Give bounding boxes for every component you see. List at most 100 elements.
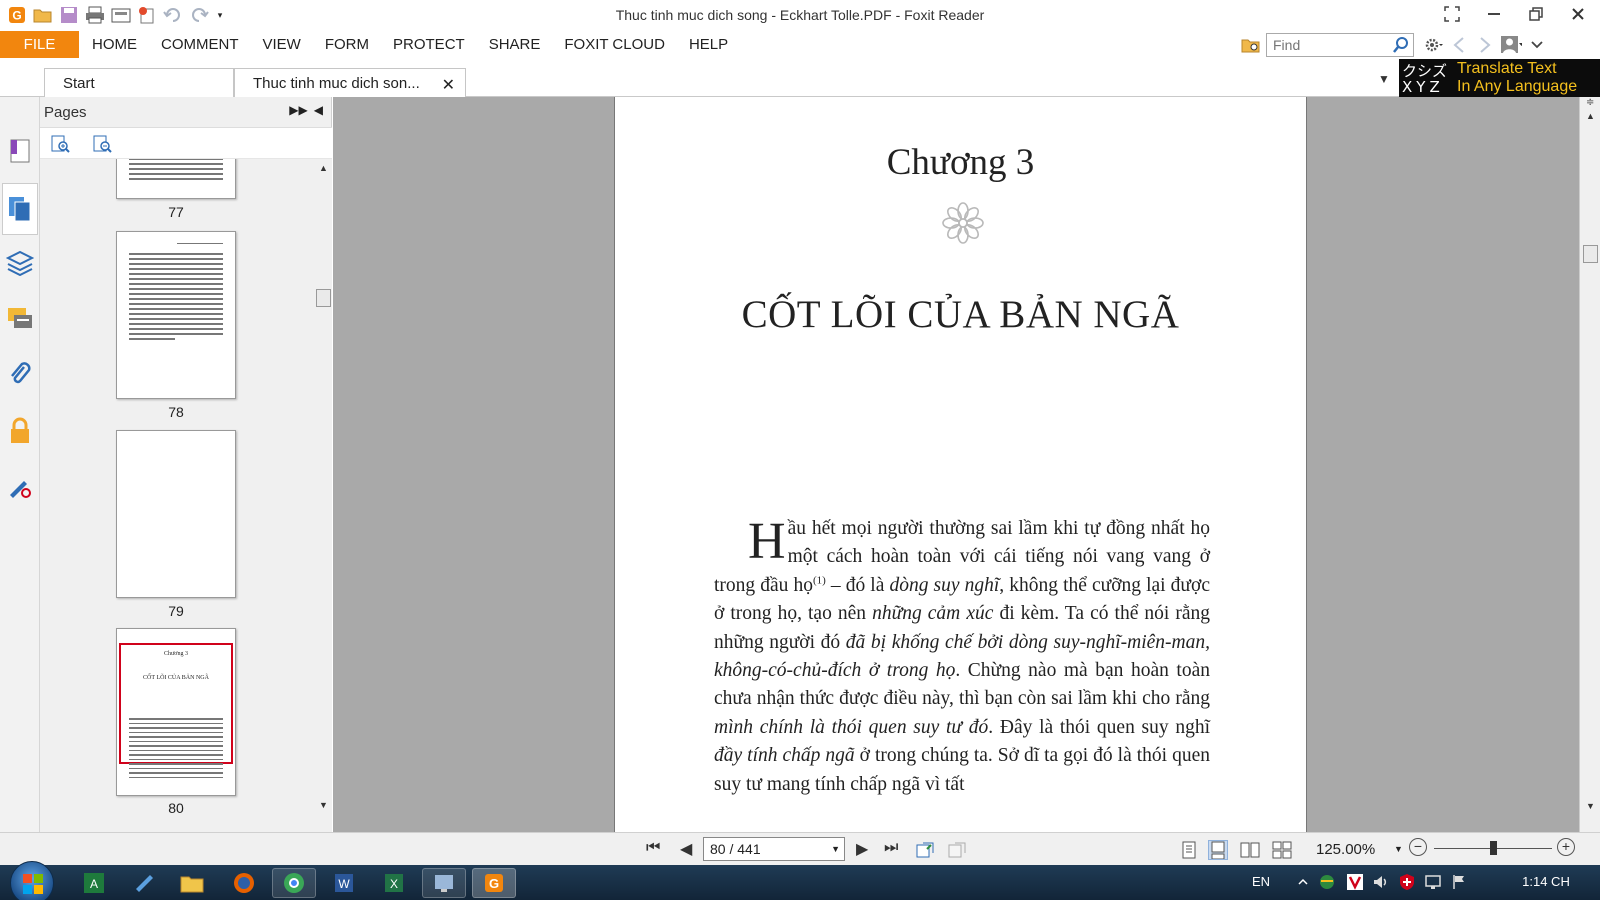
taskbar-system-icon[interactable] (422, 868, 466, 898)
continuous-view-icon[interactable] (1208, 840, 1228, 860)
display-icon[interactable] (1424, 873, 1442, 891)
print-icon[interactable] (84, 4, 106, 26)
taskbar-foxit-icon[interactable]: G (472, 868, 516, 898)
bookmark-icon[interactable] (6, 137, 34, 165)
find-next-icon[interactable] (1474, 34, 1496, 56)
close-window-icon[interactable] (1564, 2, 1592, 26)
page-thumbnail-80[interactable]: Chương 3 CỐT LÕI CỦA BẢN NGÃ (116, 628, 236, 796)
next-page-icon[interactable]: ▶ (856, 839, 868, 859)
fullscreen-icon[interactable] (1438, 2, 1466, 26)
page-dropdown-icon[interactable]: ▼ (831, 844, 840, 854)
scroll-down-icon[interactable]: ▼ (319, 800, 328, 810)
volume-icon[interactable] (1372, 873, 1390, 891)
previous-view-icon[interactable] (915, 840, 935, 860)
zoom-in-icon[interactable]: + (1557, 838, 1575, 856)
tab-file[interactable]: FILE (0, 31, 79, 58)
tab-view[interactable]: VIEW (251, 36, 313, 53)
open-file-icon[interactable] (32, 4, 54, 26)
next-view-icon[interactable] (947, 840, 967, 860)
tab-document[interactable]: Thuc tinh muc dich son... ✕ (234, 68, 466, 98)
page-number-input[interactable]: 80 / 441 ▼ (703, 837, 845, 861)
minimize-icon[interactable] (1480, 2, 1508, 26)
previous-page-icon[interactable]: ◀ (680, 839, 692, 859)
tab-start[interactable]: Start (44, 68, 234, 98)
scroll-up-icon[interactable]: ▲ (1586, 111, 1595, 121)
customize-toolbar-icon[interactable]: ▾ (214, 4, 226, 26)
show-hidden-icons-icon[interactable] (1294, 873, 1312, 891)
network-globe-icon[interactable] (1318, 873, 1336, 891)
search-icon[interactable] (1390, 34, 1412, 56)
language-indicator[interactable]: EN (1252, 874, 1270, 889)
attachment-icon[interactable] (6, 361, 34, 389)
document-view[interactable]: Chương 3 CỐT LÕI CỦA BẢN NGÃ Hầu hết mọi… (333, 97, 1579, 832)
taskbar-chrome-icon[interactable] (272, 868, 316, 898)
layers-icon[interactable] (6, 249, 34, 277)
clock[interactable]: 1:14 CH (1516, 874, 1576, 889)
thumbnail-scrollbar[interactable]: ▲ ▼ (314, 159, 332, 832)
taskbar-explorer-icon[interactable] (170, 868, 214, 898)
scroll-down-icon[interactable]: ▼ (1586, 801, 1595, 811)
tab-foxit-cloud[interactable]: FOXIT CLOUD (552, 36, 677, 53)
document-scrollbar[interactable]: ≑ ▲ ▼ (1579, 97, 1600, 832)
comments-icon[interactable] (6, 305, 34, 333)
collapse-ribbon-icon[interactable] (1526, 34, 1548, 56)
last-page-icon[interactable]: ⏭ (884, 839, 898, 857)
redo-icon[interactable] (188, 4, 210, 26)
zoom-out-icon[interactable]: − (1409, 838, 1427, 856)
tab-home[interactable]: HOME (80, 36, 149, 53)
zoom-out-thumbnail-icon[interactable] (90, 132, 114, 156)
foxit-logo-icon[interactable]: G (6, 4, 28, 26)
windows-start-icon[interactable] (10, 861, 54, 900)
undo-icon[interactable] (162, 4, 184, 26)
taskbar-app-icon[interactable]: A (72, 868, 116, 898)
shield-icon[interactable] (1398, 873, 1416, 891)
folder-search-icon[interactable] (1240, 34, 1262, 56)
taskbar-notes-icon[interactable] (122, 868, 166, 898)
split-view-icon[interactable]: ≑ (1586, 97, 1594, 108)
tab-help[interactable]: HELP (677, 36, 740, 53)
scroll-thumb[interactable] (316, 289, 331, 307)
scan-icon[interactable] (110, 4, 132, 26)
restore-icon[interactable] (1522, 2, 1550, 26)
antivirus-icon[interactable] (1346, 873, 1364, 891)
close-icon[interactable]: ✕ (442, 75, 455, 95)
pages-icon[interactable] (2, 183, 38, 235)
facing-view-icon[interactable] (1240, 840, 1260, 860)
action-center-flag-icon[interactable] (1450, 873, 1468, 891)
taskbar-excel-icon[interactable]: X (372, 868, 416, 898)
find-area (1240, 33, 1548, 57)
tab-protect[interactable]: PROTECT (381, 36, 477, 53)
continuous-facing-view-icon[interactable] (1272, 840, 1292, 860)
page-thumbnail-77[interactable] (116, 159, 236, 199)
zoom-slider-thumb[interactable] (1489, 841, 1497, 855)
scroll-thumb[interactable] (1583, 245, 1598, 263)
pdf-page[interactable]: Chương 3 CỐT LÕI CỦA BẢN NGÃ Hầu hết mọi… (614, 97, 1307, 832)
first-page-icon[interactable]: ⏮ (646, 839, 660, 857)
zoom-level[interactable]: 125.00% (1316, 841, 1375, 858)
scroll-up-icon[interactable]: ▲ (319, 163, 328, 173)
save-icon[interactable] (58, 4, 80, 26)
collapse-panel-icon[interactable]: ◀ (314, 103, 323, 117)
security-lock-icon[interactable] (6, 417, 34, 445)
taskbar-firefox-icon[interactable] (222, 868, 266, 898)
mini-heading: CỐT LÕI CỦA BẢN NGÃ (143, 675, 209, 681)
zoom-dropdown-icon[interactable]: ▼ (1394, 844, 1403, 854)
translate-banner[interactable]: クシズ XYZ Translate Text In Any Language (1399, 59, 1600, 98)
page-thumbnail-78[interactable] (116, 231, 236, 399)
find-previous-icon[interactable] (1448, 34, 1470, 56)
footnote-reference[interactable]: (1) (813, 574, 826, 586)
new-document-icon[interactable] (136, 4, 158, 26)
taskbar-word-icon[interactable]: W (322, 868, 366, 898)
tab-list-dropdown-icon[interactable]: ▼ (1378, 72, 1390, 86)
chapter-heading: CỐT LÕI CỦA BẢN NGÃ (741, 293, 1180, 336)
expand-panel-icon[interactable]: ▶▶ (289, 103, 307, 117)
single-page-view-icon[interactable] (1179, 840, 1199, 860)
tab-form[interactable]: FORM (313, 36, 381, 53)
tab-share[interactable]: SHARE (477, 36, 553, 53)
page-thumbnail-79[interactable] (116, 430, 236, 598)
user-icon[interactable] (1500, 34, 1522, 56)
zoom-in-thumbnail-icon[interactable] (48, 132, 72, 156)
signature-icon[interactable] (6, 473, 34, 501)
gear-icon[interactable] (1422, 34, 1444, 56)
tab-comment[interactable]: COMMENT (149, 36, 251, 53)
